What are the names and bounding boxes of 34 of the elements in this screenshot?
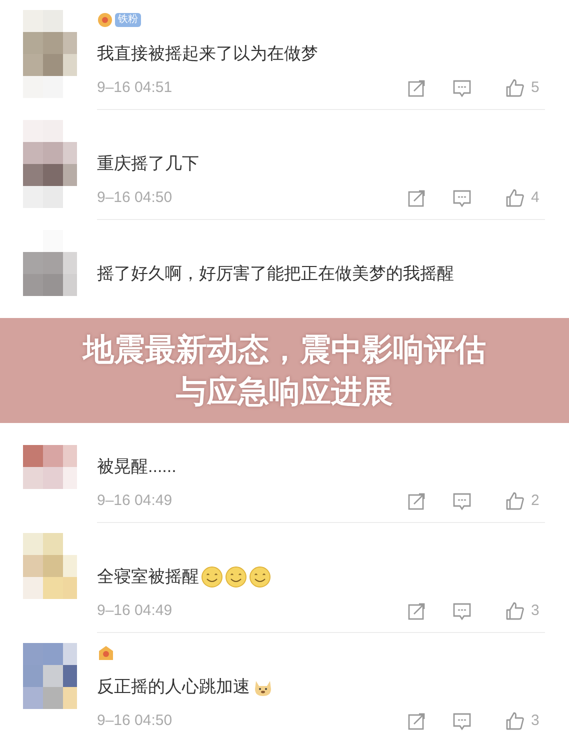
comment-icon[interactable] bbox=[452, 491, 472, 511]
share-icon[interactable] bbox=[407, 78, 427, 98]
headline-text: 地震最新动态，震中影响评估与应急响应进展 bbox=[81, 330, 487, 410]
thumbs-up-icon[interactable] bbox=[505, 711, 525, 731]
thumbs-up-icon[interactable] bbox=[505, 601, 525, 621]
comment-time: 9–16 04:49 bbox=[97, 601, 174, 621]
fan-badge: 铁粉 bbox=[115, 13, 141, 27]
comment-text: 被晃醒...... bbox=[97, 456, 176, 478]
thumbs-up-icon[interactable] bbox=[505, 78, 525, 98]
like-count: 2 bbox=[531, 491, 540, 511]
share-icon[interactable] bbox=[407, 491, 427, 511]
comment-time: 9–16 04:50 bbox=[97, 711, 174, 731]
comment-text: 我直接被摇起来了以为在做梦 bbox=[97, 43, 318, 65]
comment-text: 全寝室被摇醒 bbox=[97, 566, 199, 588]
comment-time: 9–16 04:49 bbox=[97, 491, 174, 511]
thumbs-up-icon[interactable] bbox=[505, 188, 525, 208]
comment-time: 9–16 04:51 bbox=[97, 78, 174, 98]
share-icon[interactable] bbox=[407, 711, 427, 731]
thumbs-up-icon[interactable] bbox=[505, 491, 525, 511]
comment-text: 重庆摇了几下 bbox=[97, 153, 199, 175]
like-count: 4 bbox=[531, 188, 540, 208]
like-count: 3 bbox=[531, 601, 540, 621]
comment-time: 9–16 04:50 bbox=[97, 188, 174, 208]
medal-icon bbox=[97, 12, 113, 28]
like-count: 5 bbox=[531, 78, 540, 98]
share-icon[interactable] bbox=[407, 601, 427, 621]
comment-icon[interactable] bbox=[452, 188, 472, 208]
comment-text: 反正摇的人心跳加速 bbox=[97, 676, 250, 698]
comment-icon[interactable] bbox=[452, 601, 472, 621]
comment-icon[interactable] bbox=[452, 78, 472, 98]
comment-text: 摇了好久啊，好厉害了能把正在做美梦的我摇醒 bbox=[97, 263, 454, 285]
comment-icon[interactable] bbox=[452, 711, 472, 731]
like-count: 3 bbox=[531, 711, 540, 731]
share-icon[interactable] bbox=[407, 188, 427, 208]
